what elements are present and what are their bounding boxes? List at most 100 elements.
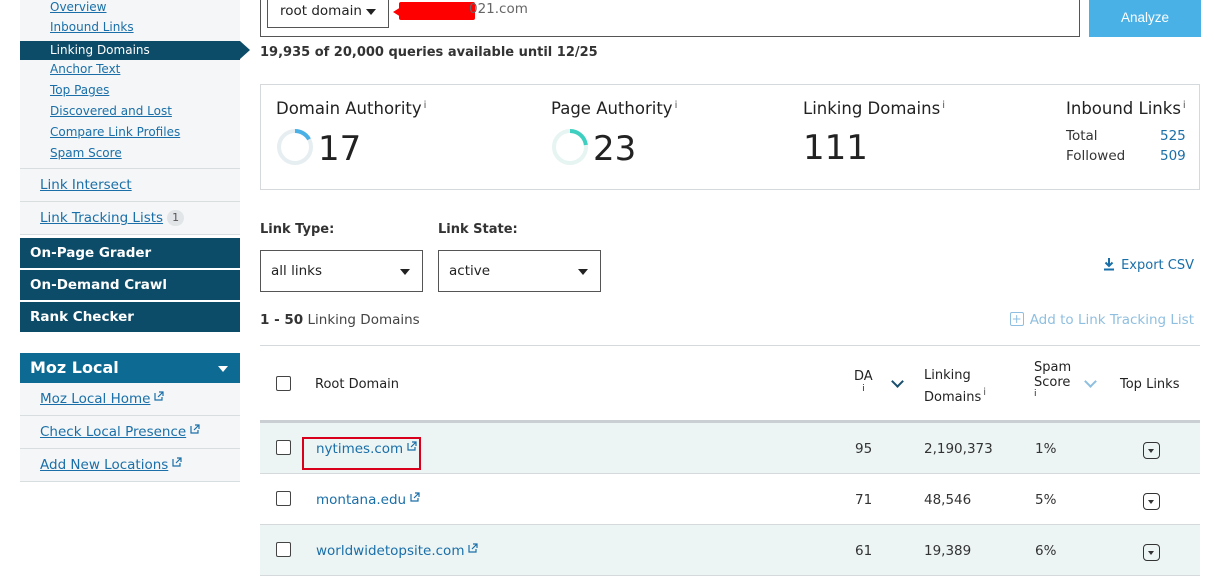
da-value: 71 — [855, 492, 873, 508]
row-checkbox[interactable] — [276, 542, 291, 557]
external-link-icon[interactable] — [468, 543, 479, 553]
add-new-locations-label: Add New Locations — [40, 457, 169, 473]
inbound-links-label: Inbound Links — [1066, 99, 1181, 118]
header-root-domain: Root Domain — [315, 377, 400, 392]
sidebar-item-anchor-text[interactable]: Anchor Text — [20, 61, 240, 82]
table-header: Root Domain DA i Linking Domains i Spam S… — [260, 346, 1200, 423]
info-icon[interactable]: i — [942, 100, 945, 111]
external-link-icon — [190, 424, 200, 434]
info-icon[interactable]: i — [675, 100, 678, 111]
analyze-button[interactable]: Analyze — [1089, 0, 1201, 37]
plus-icon: + — [1009, 312, 1024, 326]
add-new-locations-link[interactable]: Add New Locations — [20, 449, 240, 482]
info-icon[interactable]: i — [424, 100, 427, 111]
sidebar-item-inbound-links[interactable]: Inbound Links — [20, 19, 240, 40]
sidebar-item-overview[interactable]: Overview — [20, 0, 240, 19]
sidebar-item-discovered-and-lost[interactable]: Discovered and Lost — [20, 103, 240, 124]
result-range: 1 - 50 Linking Domains — [260, 312, 420, 328]
redaction-mark — [399, 2, 475, 20]
spam-score-value: 5% — [1035, 492, 1057, 508]
header-spam-score[interactable]: Spam Score i — [1034, 360, 1072, 399]
table-row: nytimes.com 95 2,190,373 1% — [260, 423, 1200, 474]
domain-authority-ring — [277, 129, 313, 165]
moz-local-home-label: Moz Local Home — [40, 391, 151, 407]
info-icon[interactable]: i — [1034, 390, 1071, 399]
row-checkbox[interactable] — [276, 440, 291, 455]
external-link-icon[interactable] — [410, 492, 420, 502]
domain-authority-label: Domain Authority — [276, 99, 422, 118]
metric-linking-domains: Linking Domains i 111 — [803, 99, 945, 168]
link-state-select[interactable]: active — [438, 250, 601, 292]
header-linking-domains[interactable]: Linking Domains i — [924, 367, 986, 406]
sort-desc-icon[interactable] — [891, 375, 904, 388]
caret-down-icon — [218, 366, 228, 372]
top-links-expand-button[interactable] — [1143, 544, 1160, 561]
domain-authority-value: 17 — [318, 129, 362, 169]
add-to-link-tracking-button[interactable]: + Add to Link Tracking List — [1009, 312, 1194, 328]
link-state-value: active — [449, 263, 491, 279]
select-all-checkbox[interactable] — [276, 376, 291, 391]
info-icon[interactable]: i — [854, 385, 873, 394]
inbound-followed-label: Followed — [1066, 148, 1126, 164]
header-spam-line1: Spam — [1034, 360, 1072, 375]
link-type-select[interactable]: all links — [260, 250, 423, 292]
top-links-expand-button[interactable] — [1143, 442, 1160, 459]
inbound-followed-value[interactable]: 509 — [1160, 146, 1186, 166]
metrics-panel: Domain Authority i 17 Page Authority i 23 … — [260, 84, 1200, 190]
table-row: worldwidetopsite.com 61 19,389 6% — [260, 525, 1200, 576]
export-csv-button[interactable]: Export CSV — [1103, 258, 1194, 273]
external-link-icon[interactable] — [407, 441, 417, 451]
domain-link[interactable]: worldwidetopsite.com — [316, 543, 464, 559]
spam-score-value: 1% — [1035, 441, 1057, 457]
header-ld-line2: Domains — [924, 390, 982, 405]
inbound-total-label: Total — [1066, 128, 1098, 144]
domain-link[interactable]: nytimes.com — [316, 441, 403, 457]
da-value: 61 — [855, 543, 873, 559]
range-count: 1 - 50 — [260, 312, 304, 328]
link-tracking-label: Link Tracking Lists — [40, 210, 164, 226]
sidebar-item-spam-score[interactable]: Spam Score — [20, 145, 240, 166]
metric-page-authority: Page Authority i 23 — [551, 99, 677, 169]
info-icon[interactable]: i — [983, 387, 986, 398]
sidebar-item-link-tracking-lists[interactable]: Link Tracking Lists 1 — [20, 202, 240, 235]
domain-input[interactable]: 021.com — [469, 1, 528, 17]
page-authority-ring — [552, 129, 588, 165]
check-local-presence-label: Check Local Presence — [40, 424, 187, 440]
metric-domain-authority: Domain Authority i 17 — [276, 99, 426, 169]
sort-chevron-icon[interactable] — [1084, 375, 1097, 388]
header-top-links: Top Links — [1120, 377, 1180, 392]
dropdown-arrow-icon — [366, 9, 376, 15]
external-link-icon — [172, 457, 182, 467]
sidebar-item-compare-link-profiles[interactable]: Compare Link Profiles — [20, 124, 240, 145]
linking-domains-value: 48,546 — [924, 492, 972, 508]
scope-select[interactable]: root domain — [267, 0, 389, 28]
table-row: montana.edu 71 48,546 5% — [260, 474, 1200, 525]
link-state-label: Link State: — [438, 222, 518, 237]
header-da[interactable]: DA i — [854, 368, 873, 394]
dropdown-arrow-icon — [400, 269, 410, 275]
moz-local-header[interactable]: Moz Local — [20, 353, 240, 383]
moz-local-home-link[interactable]: Moz Local Home — [20, 383, 240, 416]
info-icon[interactable]: i — [1183, 100, 1186, 111]
page-authority-label: Page Authority — [551, 99, 673, 118]
link-type-value: all links — [271, 263, 322, 279]
link-type-label: Link Type: — [260, 222, 335, 237]
check-local-presence-link[interactable]: Check Local Presence — [20, 416, 240, 449]
sidebar-item-top-pages[interactable]: Top Pages — [20, 82, 240, 103]
sidebar-block-on-demand-crawl[interactable]: On-Demand Crawl — [20, 270, 240, 300]
row-checkbox[interactable] — [276, 491, 291, 506]
da-value: 95 — [855, 441, 873, 457]
top-links-expand-button[interactable] — [1143, 493, 1160, 510]
sidebar-item-link-intersect[interactable]: Link Intersect — [20, 169, 240, 202]
domain-link[interactable]: montana.edu — [316, 492, 406, 508]
metric-inbound-links: Inbound Links i Total 525 Followed 509 — [1066, 99, 1191, 166]
download-icon — [1104, 258, 1115, 271]
sidebar-item-linking-domains[interactable]: Linking Domains — [20, 41, 250, 60]
header-ld-line1: Linking — [924, 368, 971, 383]
sidebar-block-on-page-grader[interactable]: On-Page Grader — [20, 238, 240, 268]
external-link-icon — [154, 391, 165, 401]
inbound-total-value[interactable]: 525 — [1160, 126, 1186, 146]
sidebar-block-rank-checker[interactable]: Rank Checker — [20, 302, 240, 332]
sidebar: Overview Inbound Links Linking Domains A… — [20, 0, 250, 482]
linking-domains-value: 19,389 — [924, 543, 972, 559]
